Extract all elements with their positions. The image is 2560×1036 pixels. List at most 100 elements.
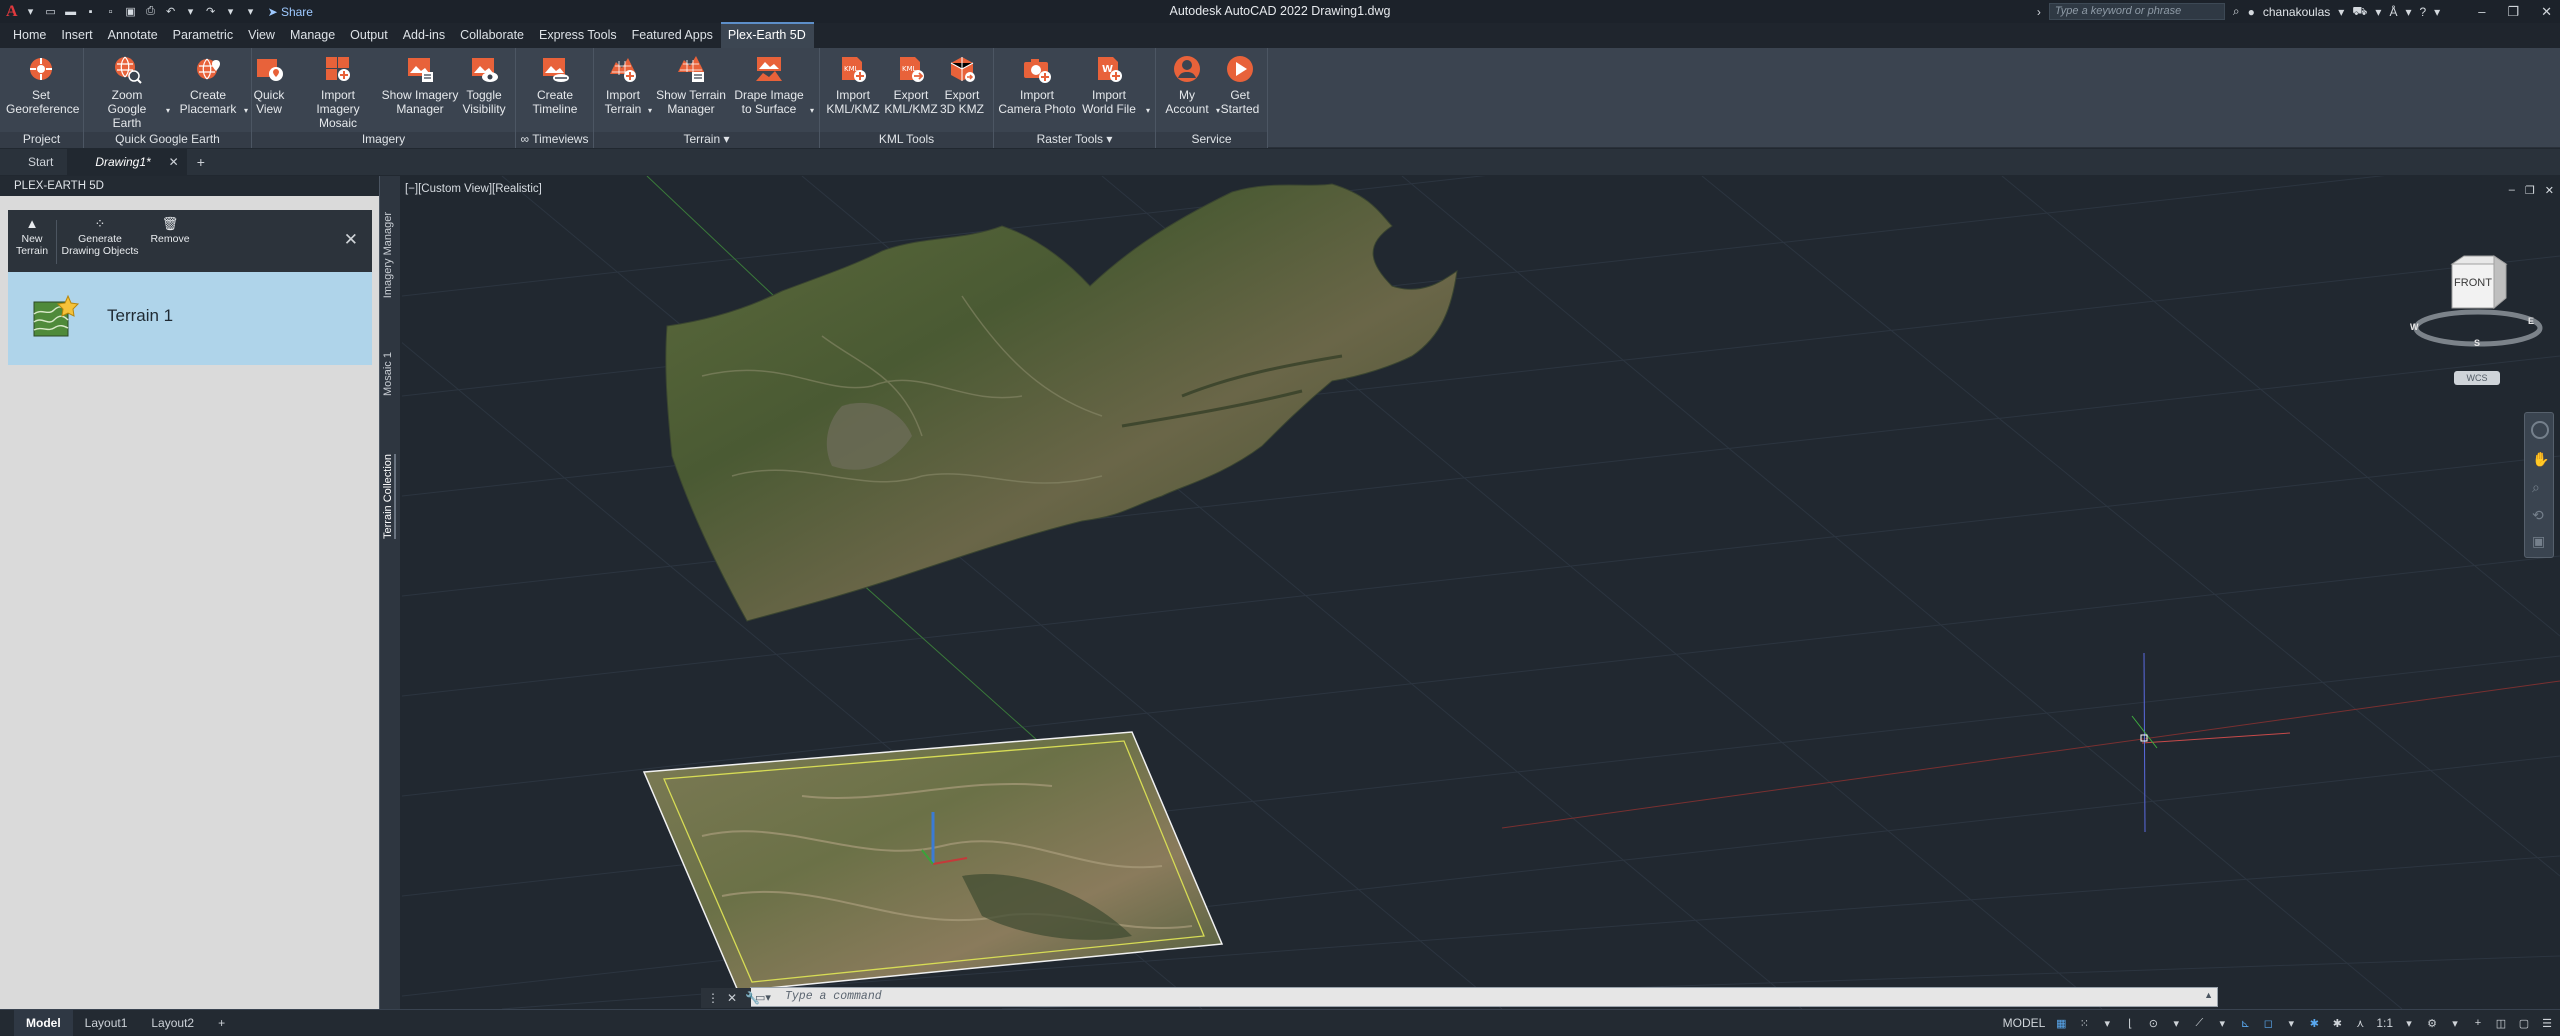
object-snap-dropdown-icon[interactable]: ▾ [2284, 1016, 2298, 1030]
cart-icon[interactable]: ⛟ [2352, 4, 2367, 20]
import-terrain-dropdown-icon[interactable]: ▾ [648, 106, 652, 115]
layout-tab-layout2[interactable]: Layout2 [139, 1010, 206, 1036]
expand-arrow-icon[interactable]: › [2037, 5, 2041, 19]
import-camera-photo-button[interactable]: Import Camera Photo [996, 54, 1078, 116]
generate-drawing-objects-button[interactable]: ⁘ Generate Drawing Objects [58, 217, 142, 257]
viewport-restore-icon[interactable]: ❐ [2525, 184, 2535, 197]
ortho-icon[interactable]: ⌊ [2123, 1016, 2137, 1030]
plot-icon[interactable]: ⎙ [144, 5, 158, 19]
menu-tab-add-ins[interactable]: Add-ins [396, 24, 453, 48]
annotation-monitor-icon[interactable]: + [2471, 1016, 2485, 1030]
annotation-scale-value[interactable]: 1:1 [2376, 1016, 2393, 1030]
isodraft-dropdown-icon[interactable]: ▾ [2215, 1016, 2229, 1030]
menu-tab-manage[interactable]: Manage [283, 24, 343, 48]
object-snap-icon[interactable]: ◻ [2261, 1016, 2275, 1030]
close-command-icon[interactable]: ✕ [727, 991, 737, 1005]
get-started-button[interactable]: Get Started [1210, 54, 1270, 116]
drape-dropdown-icon[interactable]: ▾ [810, 106, 814, 115]
new-tab-icon[interactable]: + [187, 154, 205, 170]
quick-view-button[interactable]: Quick View [234, 54, 304, 116]
user-dropdown-icon[interactable]: ▾ [2338, 5, 2344, 19]
new-file-icon[interactable]: ▭ [44, 5, 58, 19]
viewcube-front-face[interactable]: FRONT [2452, 277, 2494, 289]
open-folder-icon[interactable]: ▬ [64, 5, 78, 19]
close-icon[interactable]: ✕ [2541, 4, 2552, 20]
menu-tab-home[interactable]: Home [6, 24, 54, 48]
pan-icon[interactable]: ✋ [2532, 451, 2549, 468]
save-icon[interactable]: ▪ [84, 5, 98, 19]
save-web-icon[interactable]: ▫ [104, 5, 118, 19]
annotation-scale-icon[interactable]: ⋏ [2353, 1016, 2367, 1030]
import-imagery-mosaic-button[interactable]: Import Imagery Mosaic [298, 54, 378, 130]
command-prompt-icon[interactable]: ▭▾ [755, 991, 771, 1004]
compass-east[interactable]: E [2528, 316, 2534, 326]
autodesk-app-icon[interactable]: Å [2389, 5, 2397, 19]
wcs-menu[interactable]: WCS [2454, 371, 2500, 385]
customize-dropdown-icon[interactable]: ▾ [244, 5, 258, 19]
clean-screen-icon[interactable]: ▢ [2517, 1016, 2531, 1030]
workspace-dropdown-icon[interactable]: ▾ [2448, 1016, 2462, 1030]
menu-tab-insert[interactable]: Insert [54, 24, 100, 48]
viewport-controls-label[interactable]: [−][Custom View][Realistic] [405, 183, 542, 195]
showmotion-icon[interactable]: ▣ [2532, 533, 2545, 550]
menu-tab-annotate[interactable]: Annotate [101, 24, 166, 48]
undo-icon[interactable]: ↶ [164, 5, 178, 19]
new-terrain-button[interactable]: ▲ New Terrain [14, 217, 50, 257]
undo-dropdown-icon[interactable]: ▾ [184, 5, 198, 19]
customization-menu-icon[interactable]: ☰ [2540, 1016, 2554, 1030]
share-button[interactable]: ➤ Share [268, 5, 313, 19]
drape-image-button[interactable]: Drape Image to Surface [734, 54, 804, 116]
tab-mosaic-1[interactable]: Mosaic 1 [382, 352, 394, 396]
zoom-google-earth-button[interactable]: Zoom Google Earth [92, 54, 162, 130]
import-world-file-button[interactable]: W Import World File [1074, 54, 1144, 116]
add-layout-icon[interactable]: + [206, 1010, 237, 1036]
minimize-icon[interactable]: – [2478, 4, 2485, 20]
orbit-icon[interactable]: ⟲ [2532, 507, 2544, 524]
command-line[interactable]: ⋮ ✕ 🔧 ▭▾ Type a command ▲ [701, 987, 2218, 1008]
terrain-list-item[interactable]: Terrain 1 [8, 272, 372, 365]
search-input[interactable]: Type a keyword or phrase [2048, 3, 2225, 20]
world-file-dropdown-icon[interactable]: ▾ [1146, 106, 1150, 115]
search-icon[interactable]: ⌕ [2233, 4, 2240, 19]
workspace-gear-icon[interactable]: ⚙ [2425, 1016, 2439, 1030]
export-3d-kmz-button[interactable]: Export 3D KMZ [932, 54, 992, 116]
grid-icon[interactable]: ▦ [2054, 1016, 2068, 1030]
menu-tab-featured-apps[interactable]: Featured Apps [625, 24, 721, 48]
polar-dropdown-icon[interactable]: ▾ [2169, 1016, 2183, 1030]
save-as-icon[interactable]: ▣ [124, 5, 138, 19]
show-imagery-manager-button[interactable]: Show Imagery Manager [380, 54, 460, 116]
redo-dropdown-icon[interactable]: ▾ [224, 5, 238, 19]
redo-icon[interactable]: ↷ [204, 5, 218, 19]
close-icon[interactable]: ✕ [344, 230, 358, 250]
help-dropdown-icon[interactable]: ▾ [2434, 5, 2440, 19]
menu-tab-view[interactable]: View [241, 24, 283, 48]
isolate-objects-icon[interactable]: ◫ [2494, 1016, 2508, 1030]
close-tab-icon[interactable]: ✕ [169, 149, 179, 175]
show-terrain-manager-button[interactable]: Show Terrain Manager [656, 54, 726, 116]
polar-icon[interactable]: ⊙ [2146, 1016, 2160, 1030]
toggle-visibility-button[interactable]: Toggle Visibility [452, 54, 516, 116]
tab-terrain-collection[interactable]: Terrain Collection [382, 454, 396, 539]
autocad-logo-icon[interactable]: A [6, 3, 18, 21]
object-snap-tracking-icon[interactable]: ⊾ [2238, 1016, 2252, 1030]
cart-dropdown-icon[interactable]: ▾ [2375, 5, 2381, 19]
zoom-dropdown-icon[interactable]: ▾ [166, 106, 170, 115]
scale-dropdown-icon[interactable]: ▾ [2402, 1016, 2416, 1030]
viewport-minimize-icon[interactable]: – [2509, 184, 2515, 197]
command-history-icon[interactable]: ▲ [2204, 990, 2213, 1000]
snap-icon[interactable]: ⁙ [2077, 1016, 2091, 1030]
remove-button[interactable]: 🗑 Remove [148, 217, 192, 245]
layout-tab-layout1[interactable]: Layout1 [73, 1010, 140, 1036]
menu-tab-plex-earth-5d[interactable]: Plex-Earth 5D [720, 22, 814, 48]
compass-south[interactable]: S [2474, 338, 2480, 348]
set-georeference-button[interactable]: Set Georeference [6, 54, 79, 116]
annotation-visibility-icon[interactable]: ✱ [2307, 1016, 2321, 1030]
tab-imagery-manager[interactable]: Imagery Manager [382, 212, 394, 298]
username[interactable]: chanakoulas [2263, 5, 2330, 19]
viewport-close-icon[interactable]: ✕ [2545, 184, 2554, 197]
model-space-label[interactable]: MODEL [2003, 1016, 2046, 1030]
command-input[interactable]: Type a command [785, 990, 882, 1003]
user-icon[interactable]: ● [2248, 5, 2255, 19]
compass-west[interactable]: W [2410, 322, 2419, 332]
viewcube[interactable]: FRONT W E S [2408, 242, 2548, 362]
